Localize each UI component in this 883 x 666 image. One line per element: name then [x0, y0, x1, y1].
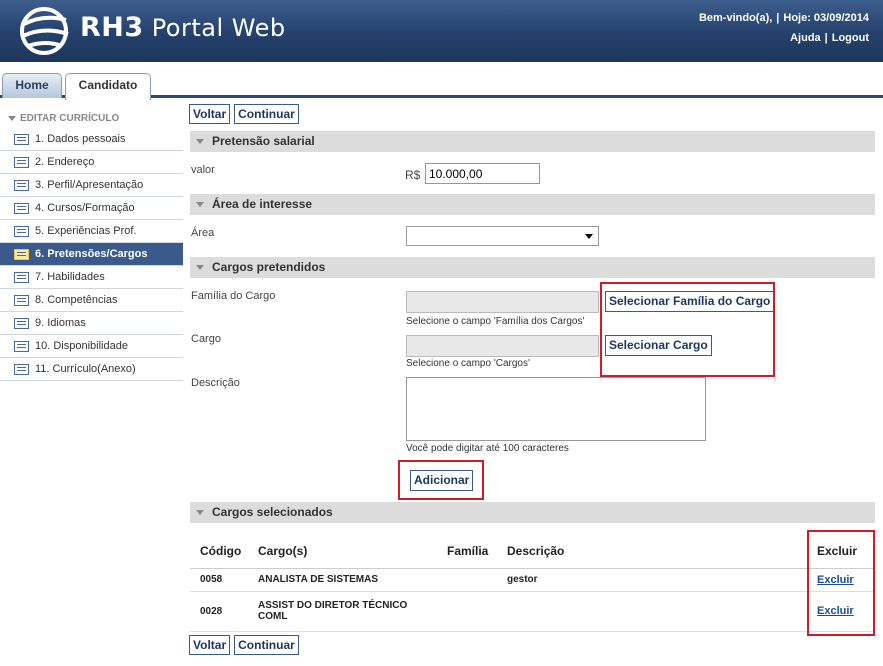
cargo-hint: Selecione o campo 'Cargos': [406, 358, 530, 369]
currency-label: R$: [405, 168, 421, 182]
salary-label: valor: [191, 164, 215, 176]
collapse-icon: [196, 202, 204, 208]
family-label: Família do Cargo: [191, 290, 276, 302]
edit-form-icon: [14, 248, 29, 260]
highlight-box: [600, 282, 775, 377]
cell-description: [497, 591, 817, 632]
cargo-field: [406, 335, 599, 357]
sidebar-item-competencias[interactable]: 8. Competências: [0, 289, 183, 312]
logout-link[interactable]: Logout: [832, 32, 869, 44]
highlight-box: [398, 460, 484, 500]
collapse-icon: [196, 510, 204, 516]
form-icon: [14, 340, 29, 352]
sidebar-item-disponibilidade[interactable]: 10. Disponibilidade: [0, 335, 183, 358]
globe-logo-icon: [20, 7, 69, 55]
form-icon: [14, 133, 29, 145]
sidebar-item-perfil[interactable]: 3. Perfil/Apresentação: [0, 174, 183, 197]
cell-family: [437, 568, 497, 592]
user-info: Bem-vindo(a), | Hoje: 03/09/2014 Ajuda | Log…: [698, 12, 869, 44]
selected-positions-table: Código Cargo(s) Família Descrição Exclui…: [190, 534, 875, 632]
form-icon: [14, 202, 29, 214]
sidebar-item-curriculo-anexo[interactable]: 11. Currículo(Anexo): [0, 358, 183, 381]
brand-name: RH3 Portal Web: [80, 12, 286, 43]
highlight-box: [807, 530, 875, 636]
form-icon: [14, 363, 29, 375]
description-hint: Você pode digitar até 100 caracteres: [406, 443, 569, 454]
tab-candidato[interactable]: Candidato: [65, 73, 151, 100]
cell-code: 0058: [190, 568, 248, 592]
main-tabs: Home Candidato: [0, 62, 883, 100]
collapse-icon: [8, 115, 16, 121]
form-icon: [14, 294, 29, 306]
top-toolbar: Voltar Continuar: [189, 104, 303, 126]
welcome-text: Bem-vindo(a),: [698, 12, 773, 24]
form-icon: [14, 317, 29, 329]
sidebar-item-endereco[interactable]: 2. Endereço: [0, 151, 183, 174]
table-header-row: Código Cargo(s) Família Descrição Exclui…: [190, 534, 875, 569]
app-header: RH3 Portal Web Bem-vindo(a), | Hoje: 03/09/…: [0, 0, 883, 62]
sidebar-item-cursos[interactable]: 4. Cursos/Formação: [0, 197, 183, 220]
section-selected[interactable]: Cargos selecionados: [190, 502, 875, 523]
continue-button[interactable]: Continuar: [234, 635, 299, 655]
form-icon: [14, 225, 29, 237]
col-descricao: Descrição: [497, 534, 817, 569]
area-select[interactable]: [406, 226, 599, 246]
bottom-toolbar: Voltar Continuar: [189, 635, 303, 657]
form-icon: [14, 271, 29, 283]
sidebar-item-habilidades[interactable]: 7. Habilidades: [0, 266, 183, 289]
family-field: [406, 291, 599, 313]
cell-cargo: ANALISTA DE SISTEMAS: [248, 568, 437, 592]
collapse-icon: [196, 139, 204, 145]
form-icon: [14, 156, 29, 168]
sidebar-item-dados-pessoais[interactable]: 1. Dados pessoais: [0, 128, 183, 151]
section-salary[interactable]: Pretensão salarial: [190, 131, 875, 152]
back-button[interactable]: Voltar: [189, 104, 231, 124]
description-label: Descrição: [191, 377, 240, 389]
sidebar-item-idiomas[interactable]: 9. Idiomas: [0, 312, 183, 335]
sidebar-heading[interactable]: EDITAR CURRÍCULO: [0, 110, 183, 128]
family-hint: Selecione o campo 'Família dos Cargos': [406, 316, 585, 327]
col-familia: Família: [437, 534, 497, 569]
form-icon: [14, 179, 29, 191]
back-button[interactable]: Voltar: [189, 635, 231, 655]
sidebar-item-experiencias[interactable]: 5. Experiências Prof.: [0, 220, 183, 243]
table-row: 0028 ASSIST DO DIRETOR TÉCNICO COML Excl…: [190, 591, 875, 632]
cargo-label: Cargo: [191, 333, 221, 345]
col-cargo: Cargo(s): [248, 534, 437, 569]
today-date: Hoje: 03/09/2014: [783, 12, 869, 24]
description-textarea[interactable]: [406, 377, 706, 441]
chevron-down-icon: [585, 234, 593, 239]
cell-code: 0028: [190, 591, 248, 632]
collapse-icon: [196, 265, 204, 271]
area-label: Área: [191, 227, 215, 239]
cell-cargo: ASSIST DO DIRETOR TÉCNICO COML: [248, 591, 437, 632]
tab-home[interactable]: Home: [2, 73, 62, 98]
cell-family: [437, 591, 497, 632]
continue-button[interactable]: Continuar: [234, 104, 299, 124]
cell-description: gestor: [497, 568, 817, 592]
section-positions[interactable]: Cargos pretendidos: [190, 257, 875, 278]
sidebar-item-pretensoes[interactable]: 6. Pretensões/Cargos: [0, 243, 183, 266]
help-link[interactable]: Ajuda: [790, 32, 821, 44]
sidebar: EDITAR CURRÍCULO 1. Dados pessoais 2. En…: [0, 110, 183, 381]
table-row: 0058 ANALISTA DE SISTEMAS gestor Excluir: [190, 568, 875, 592]
col-codigo: Código: [190, 534, 248, 569]
section-area[interactable]: Área de interesse: [190, 194, 875, 215]
salary-input[interactable]: [425, 163, 540, 184]
